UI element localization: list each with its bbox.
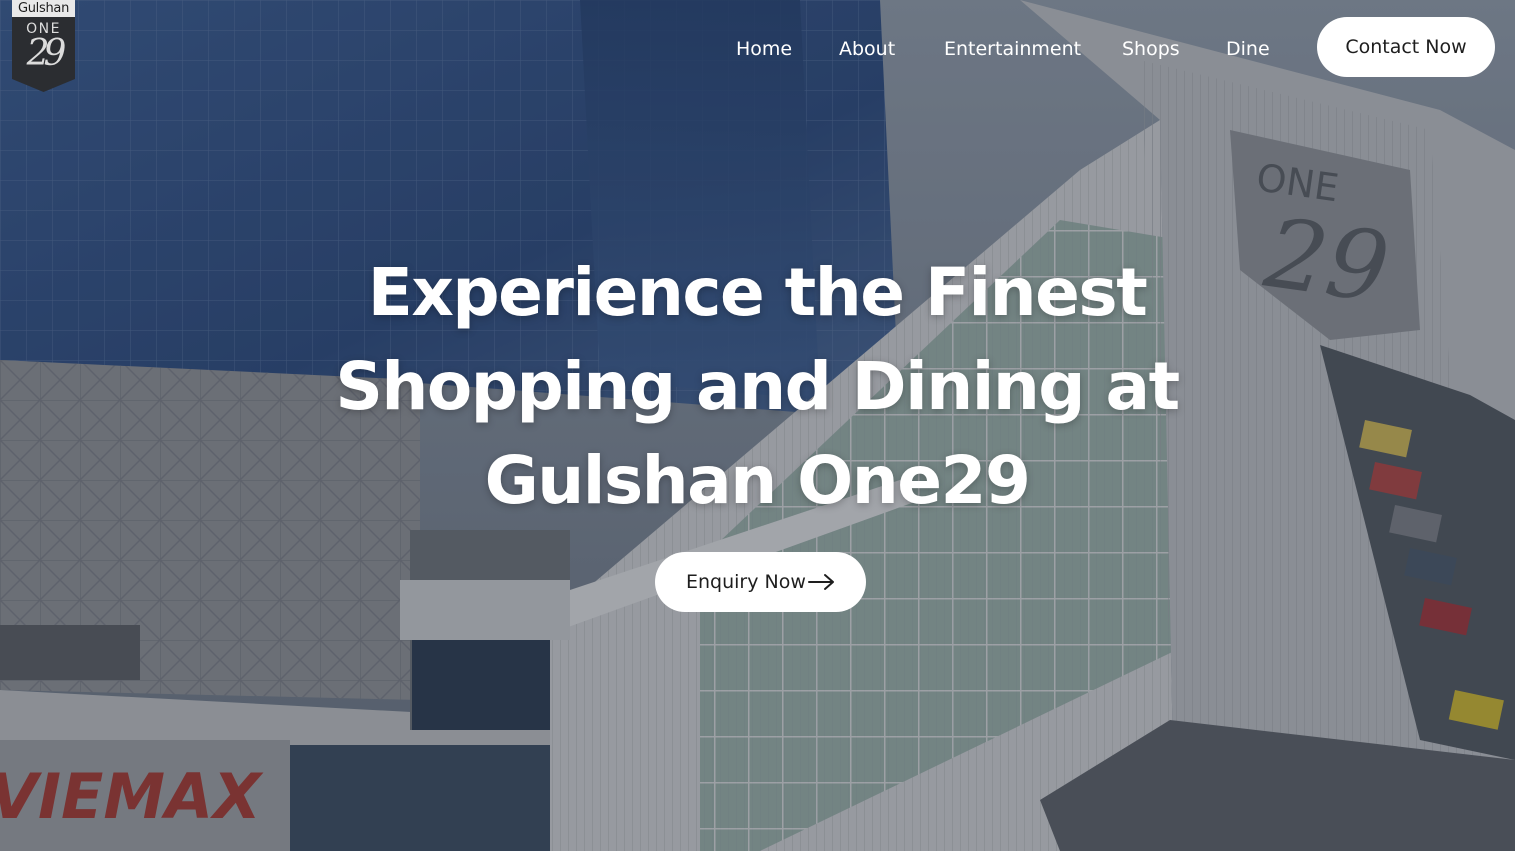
headline-line-1: Experience the Finest: [367, 254, 1148, 331]
enquiry-button-label: Enquiry Now: [686, 571, 806, 593]
headline-line-2: Shopping and Dining at: [335, 348, 1180, 425]
arrow-right-icon: [808, 574, 834, 590]
headline-line-3: Gulshan One29: [484, 442, 1031, 519]
contact-now-button[interactable]: Contact Now: [1317, 17, 1495, 77]
nav-item-entertainment[interactable]: Entertainment: [944, 34, 1081, 64]
hero-headline: Experience the Finest Shopping and Dinin…: [257, 246, 1257, 528]
nav-item-home[interactable]: Home: [736, 34, 792, 64]
enquiry-now-button[interactable]: Enquiry Now: [655, 552, 866, 612]
main-navigation: Home About Entertainment Shops Dine: [0, 34, 1515, 64]
nav-item-shops[interactable]: Shops: [1122, 34, 1180, 64]
nav-item-about[interactable]: About: [839, 34, 895, 64]
nav-item-dine[interactable]: Dine: [1226, 34, 1270, 64]
logo-top-label: Gulshan: [12, 0, 75, 17]
